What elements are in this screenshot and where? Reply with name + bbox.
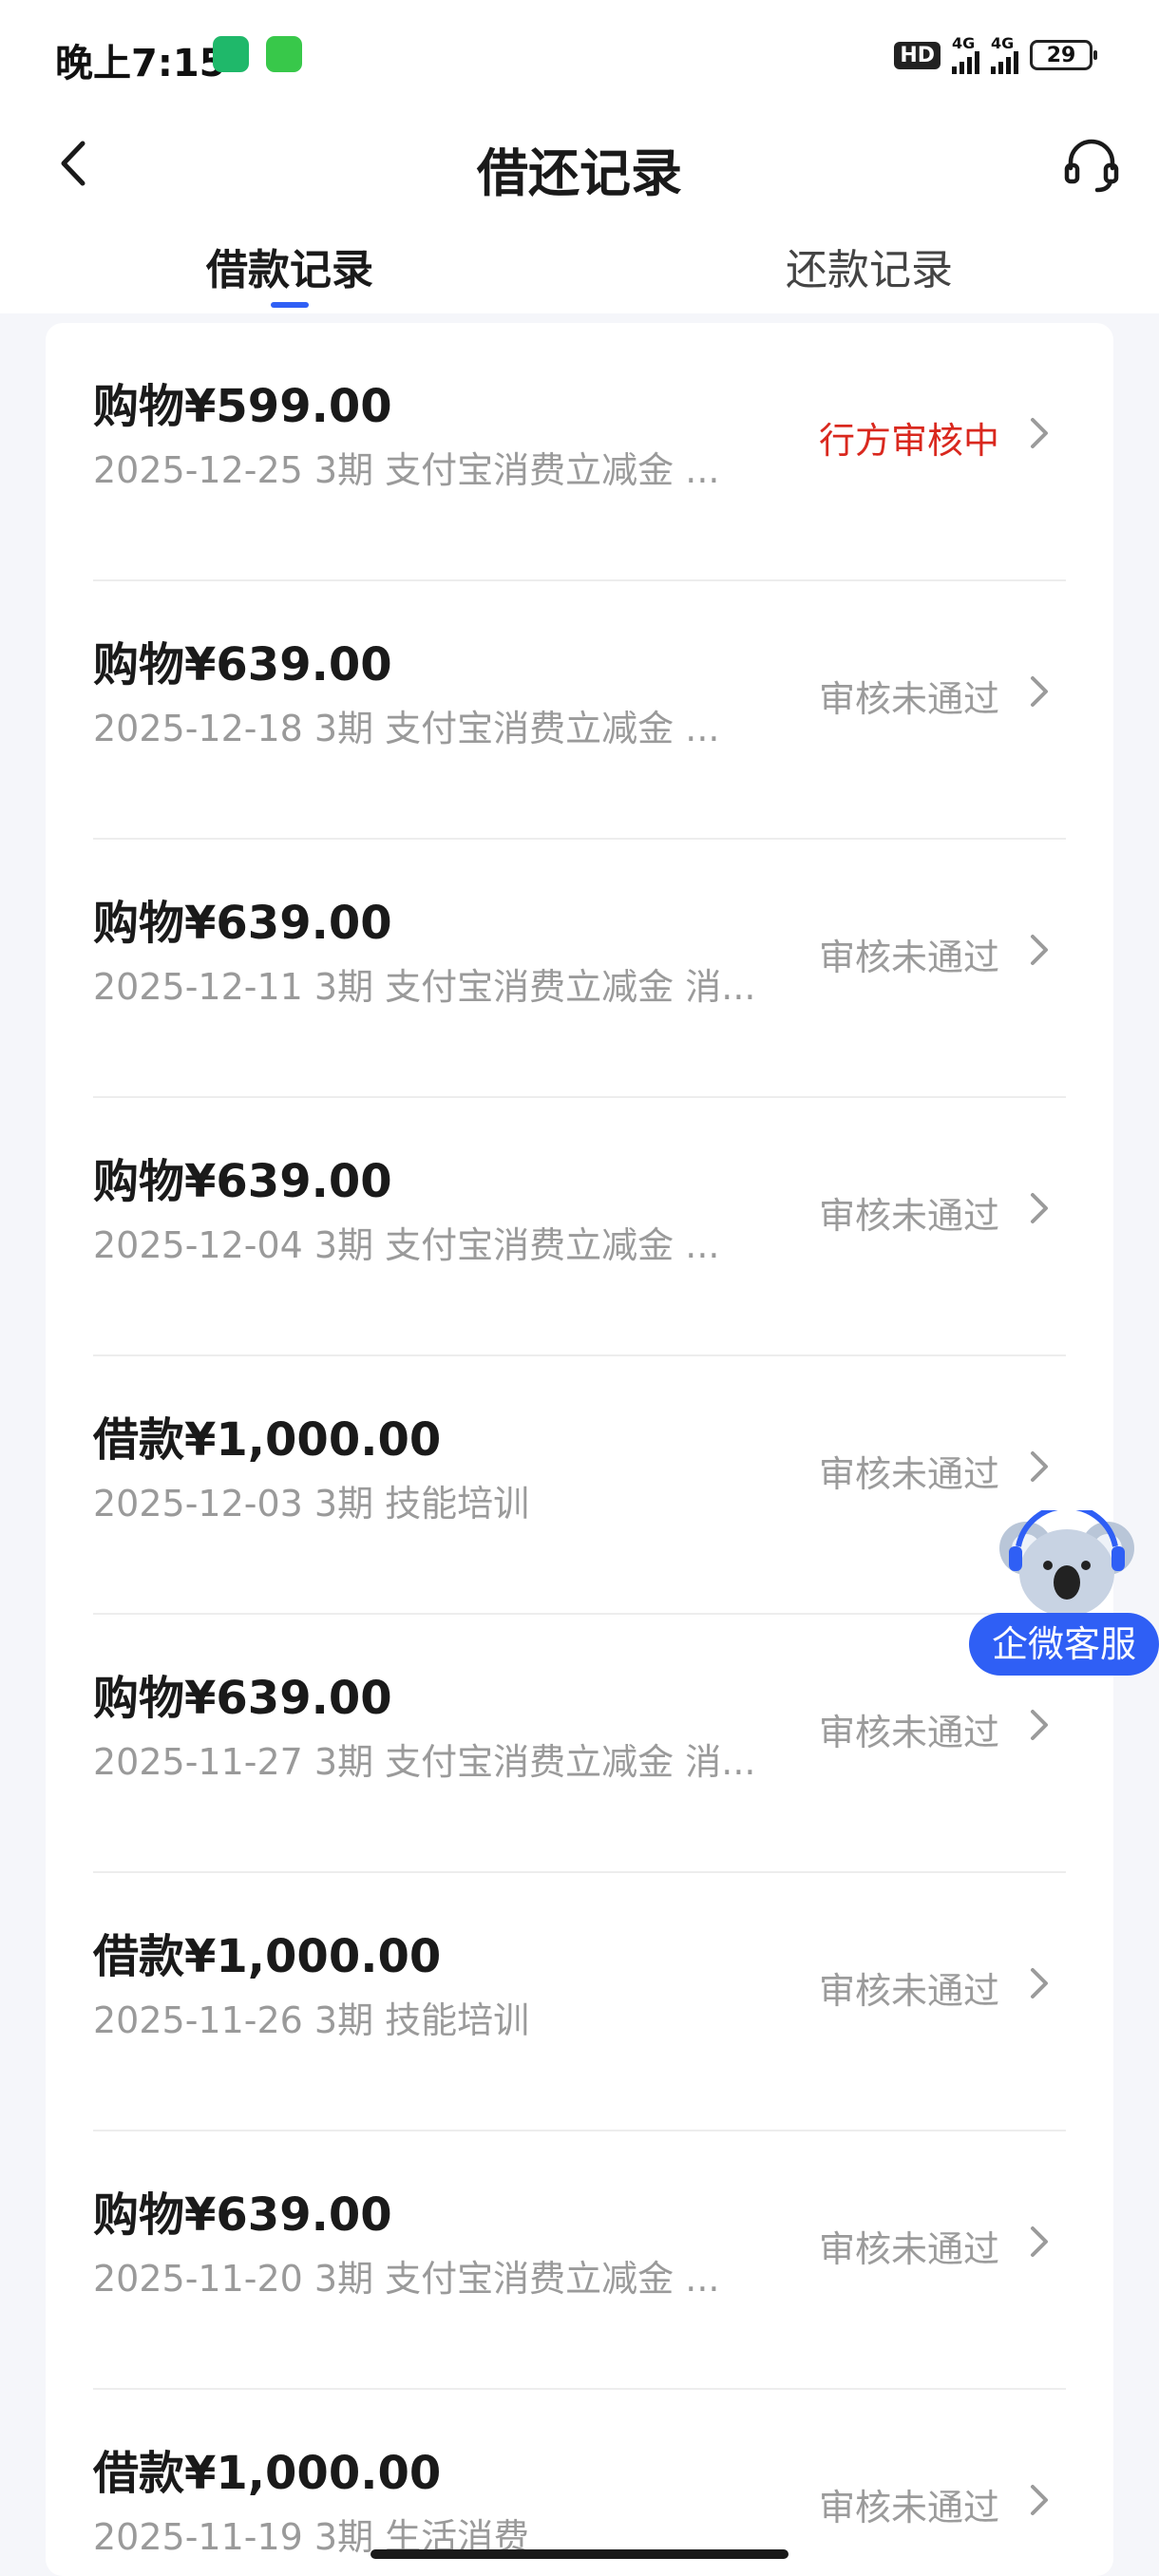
record-subtitle: 2025-12-18 3期 支付宝消费立减金 ...	[93, 708, 720, 749]
record-status: 审核未通过	[818, 2487, 999, 2529]
record-subtitle: 2025-12-11 3期 支付宝消费立减金 消...	[93, 966, 756, 1008]
list-item[interactable]: 购物¥639.00 2025-12-11 3期 支付宝消费立减金 消... 审核…	[93, 840, 1066, 1098]
record-subtitle: 2025-12-03 3期 技能培训	[93, 1483, 530, 1525]
customer-service-button[interactable]	[1058, 131, 1125, 198]
record-status: 行方审核中	[818, 420, 999, 462]
list-item[interactable]: 购物¥639.00 2025-12-04 3期 支付宝消费立减金 ... 审核未…	[93, 1098, 1066, 1356]
list-item[interactable]: 购物¥639.00 2025-11-27 3期 支付宝消费立减金 消... 审核…	[93, 1615, 1066, 1873]
page-header: 借还记录 借款记录 还款记录	[0, 114, 1159, 313]
record-subtitle: 2025-11-20 3期 支付宝消费立减金 ...	[93, 2258, 720, 2300]
record-title: 借款¥1,000.00	[93, 2447, 442, 2500]
battery-icon: 29	[1030, 40, 1097, 70]
record-status: 审核未通过	[818, 1195, 999, 1237]
status-indicators: HD 4G 4G 29	[894, 36, 1097, 74]
signal-2-icon: 4G	[991, 36, 1018, 74]
koala-mascot-icon	[999, 1510, 1134, 1617]
record-status: 审核未通过	[818, 1712, 999, 1753]
record-title: 购物¥639.00	[93, 1155, 392, 1208]
chevron-right-icon	[1020, 929, 1058, 971]
record-status: 审核未通过	[818, 2228, 999, 2270]
battery-level: 29	[1046, 43, 1076, 67]
chevron-right-icon	[1020, 1962, 1058, 2004]
robot-app-icon	[266, 36, 302, 72]
record-title: 借款¥1,000.00	[93, 1930, 442, 1983]
chevron-right-icon	[1020, 1187, 1058, 1229]
chevron-right-icon	[1020, 412, 1058, 454]
status-bar: 晚上7:15 HD 4G 4G 29	[0, 0, 1159, 114]
chevron-right-icon	[1020, 2221, 1058, 2263]
record-title: 购物¥639.00	[93, 638, 392, 691]
list-item[interactable]: 购物¥639.00 2025-12-18 3期 支付宝消费立减金 ... 审核未…	[93, 581, 1066, 840]
status-time: 晚上7:15	[55, 42, 226, 85]
hd-badge: HD	[894, 41, 940, 69]
chevron-right-icon	[1020, 671, 1058, 712]
list-item[interactable]: 购物¥599.00 2025-12-25 3期 支付宝消费立减金 ... 行方审…	[93, 323, 1066, 581]
record-title: 借款¥1,000.00	[93, 1413, 442, 1467]
page-title: 借还记录	[477, 143, 682, 203]
chevron-right-icon	[1020, 2479, 1058, 2521]
active-tab-indicator	[271, 302, 309, 308]
record-subtitle: 2025-12-04 3期 支付宝消费立减金 ...	[93, 1224, 720, 1266]
record-title: 购物¥639.00	[93, 897, 392, 950]
float-service-label: 企微客服	[969, 1613, 1159, 1676]
signal-1-icon: 4G	[952, 36, 979, 74]
record-title: 购物¥599.00	[93, 380, 392, 433]
record-subtitle: 2025-11-26 3期 技能培训	[93, 1999, 530, 2041]
list-item[interactable]: 借款¥1,000.00 2025-11-26 3期 技能培训 审核未通过	[93, 1873, 1066, 2131]
chevron-right-icon	[1020, 1704, 1058, 1746]
record-title: 购物¥639.00	[93, 1672, 392, 1725]
record-status: 审核未通过	[818, 678, 999, 720]
chevron-right-icon	[1020, 1446, 1058, 1487]
records-list: 购物¥599.00 2025-12-25 3期 支付宝消费立减金 ... 行方审…	[46, 323, 1113, 2576]
shield-app-icon	[213, 36, 249, 72]
record-status: 审核未通过	[818, 1970, 999, 2012]
record-title: 购物¥639.00	[93, 2188, 392, 2242]
wecom-service-float-button[interactable]: 企微客服	[969, 1510, 1159, 1676]
list-item[interactable]: 借款¥1,000.00 2025-11-19 3期 生活消费 审核未通过	[93, 2390, 1066, 2576]
network-1-label: 4G	[952, 34, 976, 52]
list-item[interactable]: 借款¥1,000.00 2025-12-03 3期 技能培训 审核未通过	[93, 1356, 1066, 1615]
list-item[interactable]: 购物¥639.00 2025-11-20 3期 支付宝消费立减金 ... 审核未…	[93, 2131, 1066, 2390]
record-status: 审核未通过	[818, 937, 999, 978]
record-subtitle: 2025-12-25 3期 支付宝消费立减金 ...	[93, 449, 720, 491]
record-subtitle: 2025-11-27 3期 支付宝消费立减金 消...	[93, 1741, 756, 1783]
tab-borrow-records[interactable]: 借款记录	[0, 236, 580, 296]
record-status: 审核未通过	[818, 1453, 999, 1495]
network-2-label: 4G	[991, 34, 1015, 52]
headset-icon	[1064, 139, 1119, 193]
tab-repay-records[interactable]: 还款记录	[580, 236, 1159, 296]
home-indicator[interactable]	[370, 2549, 788, 2559]
